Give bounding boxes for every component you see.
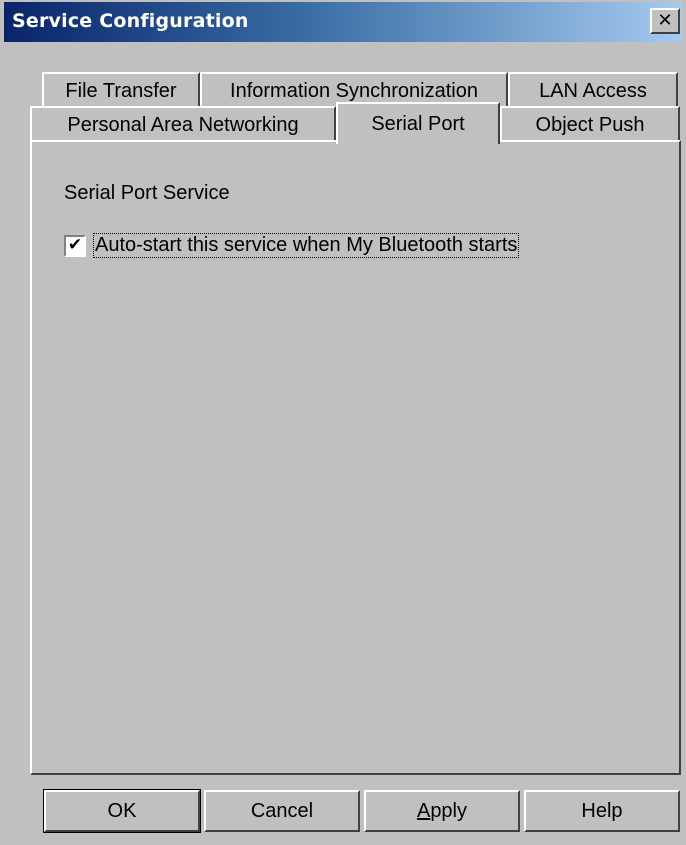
tab-object-push[interactable]: Object Push <box>500 106 680 142</box>
close-icon: ✕ <box>657 10 673 31</box>
help-label: Help <box>581 799 623 822</box>
autostart-label[interactable]: Auto-start this service when My Bluetoot… <box>92 233 520 258</box>
apply-accelerator: A <box>416 799 431 822</box>
apply-label-rest: pply <box>430 799 468 822</box>
cancel-button[interactable]: Cancel <box>204 790 360 832</box>
apply-button[interactable]: Apply <box>364 790 520 832</box>
tab-label: File Transfer <box>65 79 177 102</box>
tab-label: Object Push <box>535 113 645 136</box>
section-title: Serial Port Service <box>64 182 230 204</box>
tab-lan-access[interactable]: LAN Access <box>508 72 678 108</box>
tab-label: Information Synchronization <box>230 79 478 102</box>
window-title: Service Configuration <box>12 10 249 32</box>
apply-label: Apply <box>417 800 467 823</box>
title-bar[interactable]: Service Configuration ✕ <box>4 2 682 42</box>
service-configuration-dialog: Service Configuration ✕ File Transfer In… <box>0 0 686 845</box>
tab-personal-area-networking[interactable]: Personal Area Networking <box>30 106 336 142</box>
ok-label: OK <box>107 799 137 822</box>
close-button[interactable]: ✕ <box>650 8 680 34</box>
ok-button[interactable]: OK <box>43 789 201 833</box>
tab-label: Personal Area Networking <box>67 113 299 136</box>
tab-label: LAN Access <box>539 79 647 102</box>
serial-port-panel: Serial Port Service ✔ Auto-start this se… <box>30 140 681 775</box>
tab-serial-port[interactable]: Serial Port <box>336 102 500 144</box>
cancel-label: Cancel <box>250 799 314 822</box>
checkmark-icon: ✔ <box>67 235 83 255</box>
tab-file-transfer[interactable]: File Transfer <box>42 72 200 108</box>
tab-label: Serial Port <box>371 112 465 135</box>
autostart-checkbox-row[interactable]: ✔ Auto-start this service when My Blueto… <box>64 233 520 258</box>
autostart-checkbox[interactable]: ✔ <box>64 234 86 257</box>
help-button[interactable]: Help <box>524 790 680 832</box>
